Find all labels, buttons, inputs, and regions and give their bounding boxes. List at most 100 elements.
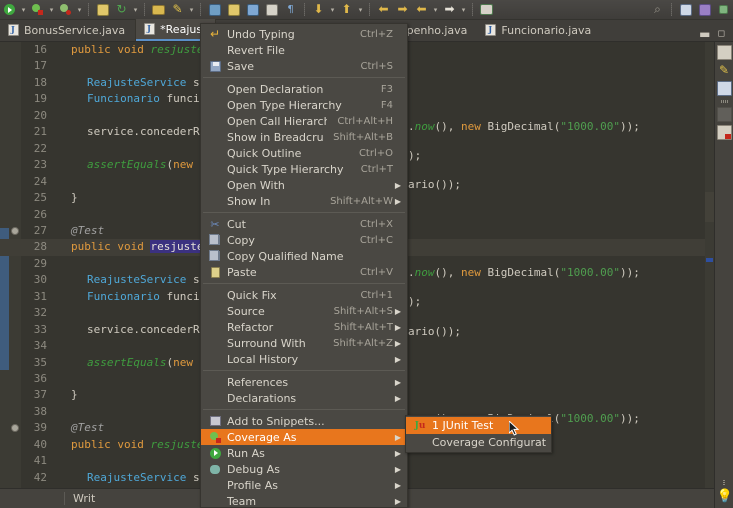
menu-item-run-as[interactable]: Run As ▶	[201, 445, 407, 461]
outline-icon[interactable]: ✎	[717, 63, 732, 78]
toggle-mark-occurrences-button[interactable]	[263, 1, 280, 18]
window-controls: ▬ ◻	[699, 27, 733, 41]
context-menu-items: ↵ Undo Typing Ctrl+Z Revert File Save Ctrl+S O…	[201, 26, 407, 508]
menu-item-cut[interactable]: ✂ Cut Ctrl+X	[201, 216, 407, 232]
arrow-right-white-icon: ➡	[444, 2, 455, 16]
code-token: ));	[619, 266, 640, 279]
code-token: public	[71, 43, 118, 56]
submenu-item-coverage-configurations[interactable]: Coverage Configurations...	[406, 434, 551, 451]
method-breakpoint-marker-icon[interactable]	[11, 226, 19, 235]
coverage-button[interactable]	[29, 1, 46, 18]
menu-item-surround-with[interactable]: Surround With Shift+Alt+Z ▶	[201, 335, 407, 351]
menu-item-refactor[interactable]: Refactor Shift+Alt+T ▶	[201, 319, 407, 335]
package-explorer-icon[interactable]	[716, 45, 732, 60]
menu-item-local-history[interactable]: Local History ▶	[201, 351, 407, 367]
toolbar-group: ⬇ ▾ ⬆ ▾	[309, 0, 365, 20]
menu-item-shortcut: Ctrl+O	[358, 147, 393, 159]
maximize-icon[interactable]: ◻	[718, 29, 725, 39]
menu-item-copy-qualified-name[interactable]: Copy Qualified Name	[201, 248, 407, 264]
debug-button[interactable]	[57, 1, 74, 18]
menu-item-show-in[interactable]: Show In Shift+Alt+W ▶	[201, 193, 407, 209]
line-number: 37	[33, 388, 47, 402]
menu-item-label: Local History	[227, 352, 299, 366]
editor-tab-funcionario[interactable]: Funcionario.java	[477, 19, 601, 41]
code-token: );	[408, 295, 422, 308]
menu-item-quick-fix[interactable]: Quick Fix Ctrl+1	[201, 287, 407, 303]
submenu-arrow-icon: ▶	[394, 480, 402, 490]
coverage-dropdown-arrow[interactable]: ▾	[47, 1, 56, 18]
coverage-as-submenu[interactable]: Ju 1 JUnit Test Coverage Configurations.…	[405, 415, 552, 453]
perspective-debug-button[interactable]	[696, 1, 713, 18]
overview-ruler[interactable]	[705, 42, 714, 488]
code-token: BigDecimal	[487, 120, 554, 133]
menu-item-team[interactable]: Team ▶	[201, 493, 407, 508]
menu-item-source[interactable]: Source Shift+Alt+S ▶	[201, 303, 407, 319]
toolbar-separator	[671, 3, 672, 16]
console-icon[interactable]	[716, 81, 732, 96]
new-interface-button[interactable]	[244, 1, 261, 18]
previous-annotation-button[interactable]: ⬆	[338, 1, 355, 18]
submenu-item-junit-test[interactable]: Ju 1 JUnit Test	[406, 417, 551, 434]
menu-item-profile-as[interactable]: Profile As ▶	[201, 477, 407, 493]
new-java-class-button[interactable]	[206, 1, 223, 18]
line-number: 27	[33, 223, 47, 237]
refresh-button[interactable]: ↻	[113, 1, 130, 18]
copy-qualified-icon	[208, 250, 220, 261]
menu-item-add-to-snippets[interactable]: Add to Snippets...	[201, 413, 407, 429]
edit-button[interactable]: ✎	[169, 1, 186, 18]
coverage-view-icon[interactable]	[716, 125, 732, 140]
menu-item-save[interactable]: Save Ctrl+S	[201, 58, 407, 74]
minimize-icon[interactable]: ▬	[699, 27, 710, 41]
code-token: (),	[434, 266, 461, 279]
open-resource-button[interactable]	[150, 1, 167, 18]
code-token: assertEquals	[87, 158, 167, 172]
menu-item-coverage-as[interactable]: Coverage As ▶	[201, 429, 407, 445]
code-token: now	[414, 266, 435, 279]
menu-item-quick-type-hierarchy[interactable]: Quick Type Hierarchy Ctrl+T	[201, 161, 407, 177]
editor-context-menu[interactable]: ↵ Undo Typing Ctrl+Z Revert File Save Ctrl+S O…	[200, 23, 408, 508]
menu-item-quick-outline[interactable]: Quick Outline Ctrl+O	[201, 145, 407, 161]
new-dropdown-arrow[interactable]: ▾	[131, 1, 140, 18]
new-package-button[interactable]	[225, 1, 242, 18]
open-perspective-button[interactable]	[478, 1, 495, 18]
menu-item-open-with[interactable]: Open With ▶	[201, 177, 407, 193]
forward-button[interactable]: ➡	[394, 1, 411, 18]
menu-item-label: Quick Outline	[227, 146, 302, 160]
edit-dropdown-arrow[interactable]: ▾	[187, 1, 196, 18]
blank-icon	[207, 114, 223, 128]
menu-item-declarations[interactable]: Declarations ▶	[201, 390, 407, 406]
method-breakpoint-marker-icon[interactable]	[11, 424, 19, 433]
toolbar-group: ▾ ▾ ▾	[0, 0, 84, 20]
search-button[interactable]: ⌕	[649, 1, 666, 18]
next-dropdown-arrow[interactable]: ▾	[459, 1, 468, 18]
debug-icon	[210, 464, 220, 474]
new-button[interactable]	[94, 1, 111, 18]
next-annotation-dropdown-arrow[interactable]: ▾	[328, 1, 337, 18]
menu-item-copy[interactable]: Copy Ctrl+C	[201, 232, 407, 248]
perspective-other-button[interactable]	[715, 1, 732, 18]
problems-icon[interactable]	[716, 107, 732, 122]
perspective-java-button[interactable]	[677, 1, 694, 18]
tip-of-the-day-icon[interactable]: 💡	[717, 490, 733, 505]
debug-dropdown-arrow[interactable]: ▾	[75, 1, 84, 18]
next-annotation-button[interactable]: ⬇	[310, 1, 327, 18]
menu-item-paste[interactable]: Paste Ctrl+V	[201, 264, 407, 280]
pilcrow-button[interactable]: ¶	[282, 1, 299, 18]
menu-item-debug-as[interactable]: Debug As ▶	[201, 461, 407, 477]
menu-item-undo-typing[interactable]: ↵ Undo Typing Ctrl+Z	[201, 26, 407, 42]
back-dropdown-arrow[interactable]: ▾	[431, 1, 440, 18]
previous-annotation-dropdown-arrow[interactable]: ▾	[356, 1, 365, 18]
menu-item-open-declaration[interactable]: Open Declaration F3	[201, 81, 407, 97]
menu-item-open-call-hierarchy[interactable]: Open Call Hierarchy Ctrl+Alt+H	[201, 113, 407, 129]
menu-item-revert-file[interactable]: Revert File	[201, 42, 407, 58]
run-button[interactable]	[1, 1, 18, 18]
menu-item-show-in-breadcrumb[interactable]: Show in Breadcrumb Shift+Alt+B	[201, 129, 407, 145]
menu-item-references[interactable]: References ▶	[201, 374, 407, 390]
menu-item-open-type-hierarchy[interactable]: Open Type Hierarchy F4	[201, 97, 407, 113]
line-number: 36	[33, 372, 47, 385]
back-button[interactable]: ⬅	[375, 1, 392, 18]
last-edit-location-button[interactable]: ⬅	[413, 1, 430, 18]
run-dropdown-arrow[interactable]: ▾	[19, 1, 28, 18]
next-button[interactable]: ➡	[441, 1, 458, 18]
editor-tab-bonusservice[interactable]: BonusService.java	[0, 19, 137, 41]
